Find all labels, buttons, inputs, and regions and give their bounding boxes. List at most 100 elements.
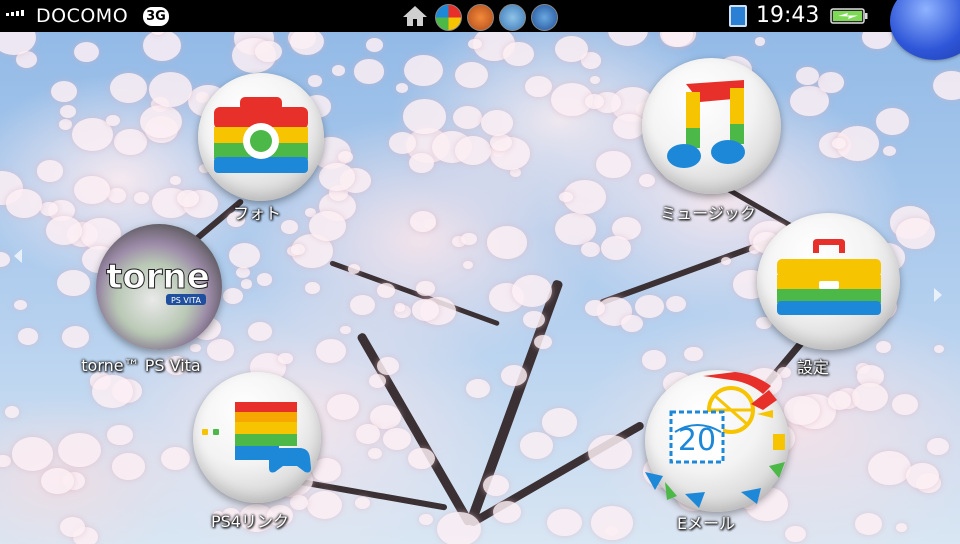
- blossom-cluster: [547, 508, 583, 537]
- app-bubble-email[interactable]: 20: [645, 370, 789, 512]
- blossom-cluster: [91, 374, 134, 408]
- blossom-cluster: [58, 432, 102, 468]
- blossom-cluster: [754, 37, 766, 46]
- blossom-cluster: [875, 108, 909, 135]
- status-bar: DOCOMO 3G 19:43: [0, 0, 960, 60]
- blossom-cluster: [0, 454, 11, 468]
- blossom-cluster: [620, 314, 643, 333]
- blossom-cluster: [73, 41, 100, 63]
- blossom-cluster: [280, 219, 299, 234]
- running-app-icon-photo[interactable]: [435, 4, 462, 31]
- running-app-icon-game[interactable]: [467, 4, 494, 31]
- blossom-cluster: [455, 135, 492, 165]
- blossom-cluster: [74, 175, 110, 205]
- blossom-cluster: [818, 72, 844, 93]
- app-label-settings: 設定: [796, 358, 830, 377]
- blossom-cluster: [170, 176, 181, 185]
- blossom-cluster: [255, 40, 282, 62]
- blossom-cluster: [892, 394, 919, 415]
- blossom-cluster: [534, 335, 552, 350]
- blossom-cluster: [501, 364, 528, 386]
- blossom-cluster: [785, 525, 806, 543]
- blossom-cluster: [305, 282, 320, 294]
- torne-logo-subtext: PS VITA: [171, 296, 202, 305]
- blossom-cluster: [367, 447, 382, 459]
- blossom-cluster: [348, 264, 361, 274]
- app-bubble-settings[interactable]: [757, 213, 900, 350]
- app-label-music: ミュージック: [660, 204, 756, 223]
- blossom-cluster: [465, 379, 490, 399]
- blossom-cluster: [376, 282, 396, 298]
- torne-logo-text: torne: [106, 257, 210, 297]
- blossom-cluster: [308, 210, 347, 241]
- toolbox-icon: [777, 239, 881, 315]
- blossom-cluster: [111, 453, 145, 481]
- app-label-ps4-link: PS4リンク: [211, 512, 289, 531]
- blossom-cluster: [105, 115, 120, 127]
- blossom-cluster: [222, 288, 244, 305]
- blossom-cluster: [541, 408, 578, 437]
- blossom-cluster: [395, 303, 406, 312]
- carrier-name: DOCOMO: [36, 5, 129, 27]
- blossom-cluster: [612, 113, 645, 140]
- blossom-cluster: [483, 475, 509, 496]
- blossom-cluster: [559, 191, 573, 203]
- blossom-cluster: [332, 65, 346, 76]
- blossom-cluster: [895, 522, 908, 533]
- notification-icon[interactable]: [729, 5, 747, 27]
- blossom-cluster: [161, 446, 191, 471]
- blossom-cluster: [852, 382, 888, 412]
- blossom-cluster: [832, 138, 846, 149]
- blossom-cluster: [277, 352, 293, 365]
- blossom-cluster: [13, 299, 27, 310]
- blossom-cluster: [403, 99, 446, 134]
- blossom-cluster: [316, 339, 347, 364]
- blossom-cluster: [383, 428, 411, 451]
- blossom-cluster: [933, 70, 960, 100]
- blossom-cluster: [511, 274, 553, 308]
- blossom-cluster: [407, 447, 435, 469]
- blossom-cluster: [5, 189, 42, 218]
- blossom-cluster: [461, 232, 478, 246]
- blossom-cluster: [107, 424, 134, 446]
- blossom-cluster: [236, 266, 251, 278]
- blossom-cluster: [720, 256, 732, 266]
- blossom-cluster: [795, 66, 820, 86]
- running-app-icon-store[interactable]: [531, 4, 558, 31]
- blossom-cluster: [525, 76, 552, 98]
- page-right-indicator[interactable]: [934, 288, 942, 302]
- blossom-cluster: [896, 218, 936, 250]
- blossom-cluster: [57, 270, 90, 296]
- blossom-cluster: [338, 151, 354, 164]
- blossom-cluster: [453, 106, 483, 130]
- blossom-cluster: [410, 211, 437, 233]
- blossom-cluster: [114, 128, 147, 155]
- blossom-cluster: [142, 30, 182, 61]
- blossom-cluster: [882, 146, 896, 157]
- blossom-cluster: [596, 150, 631, 179]
- blossom-cluster: [353, 59, 385, 84]
- blossom-cluster: [523, 310, 545, 328]
- blossom-cluster: [480, 109, 513, 136]
- blossom-cluster: [240, 279, 253, 289]
- app-bubble-photo[interactable]: [198, 73, 324, 201]
- blossom-cluster: [140, 105, 182, 139]
- blossom-cluster: [905, 462, 939, 490]
- blossom-cluster: [256, 273, 273, 286]
- torne-icon: torne PS VITA: [106, 257, 210, 305]
- running-app-icon-torne[interactable]: [499, 4, 526, 31]
- blossom-cluster: [59, 104, 76, 118]
- signal-strength-icon: [6, 10, 24, 16]
- blossom-cluster: [554, 35, 588, 63]
- page-left-indicator[interactable]: [14, 249, 22, 263]
- home-icon[interactable]: [402, 5, 428, 27]
- blossom-cluster: [486, 226, 528, 259]
- blossom-cluster: [827, 391, 852, 410]
- blossom-cluster: [369, 373, 387, 388]
- app-bubble-ps4-link[interactable]: [193, 372, 321, 503]
- blossom-cluster: [784, 396, 820, 425]
- app-bubble-music[interactable]: [642, 58, 781, 194]
- app-bubble-torne[interactable]: torne PS VITA: [96, 224, 222, 350]
- blossom-cluster: [133, 191, 149, 204]
- blossom-cluster: [462, 260, 473, 269]
